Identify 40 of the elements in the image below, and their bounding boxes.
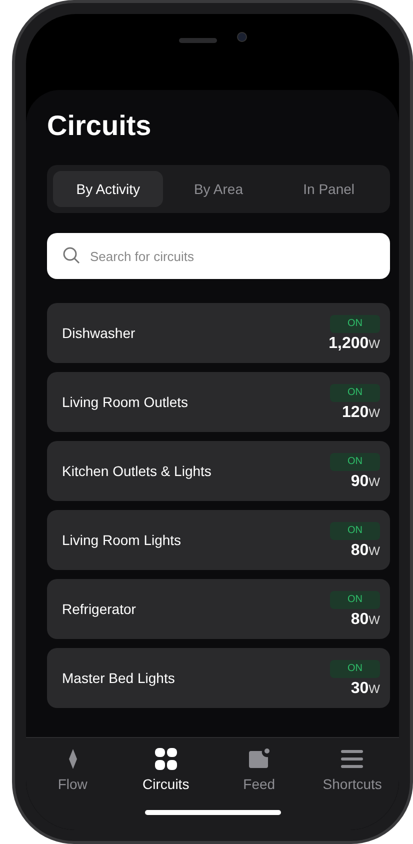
tab-bar-item[interactable]: Shortcuts bbox=[306, 748, 399, 795]
power-reading: 80W bbox=[350, 612, 380, 628]
circuit-card[interactable]: Dishwasher ON 1,200W bbox=[47, 303, 390, 363]
circuit-card[interactable]: Living Room Lights ON 80W bbox=[47, 510, 390, 570]
search-field[interactable]: Search for circuits bbox=[47, 233, 390, 279]
grid-icon bbox=[154, 748, 177, 770]
speaker-grille bbox=[178, 38, 216, 43]
segment-tab[interactable]: By Area bbox=[163, 171, 274, 207]
tab-bar-item[interactable]: Circuits bbox=[119, 748, 212, 795]
segment-tab[interactable]: By Activity bbox=[53, 171, 164, 207]
power-reading: 30W bbox=[350, 680, 380, 696]
page-title: Circuits bbox=[47, 109, 152, 143]
status-badge: ON bbox=[330, 522, 380, 540]
circuit-name: Living Room Outlets bbox=[62, 392, 188, 412]
feed-icon bbox=[248, 748, 270, 770]
status-badge: ON bbox=[330, 384, 380, 402]
circuit-card[interactable]: Master Bed Lights ON 30W bbox=[47, 648, 390, 708]
circuit-card[interactable]: Refrigerator ON 80W bbox=[47, 579, 390, 639]
status-badge: ON bbox=[330, 314, 380, 332]
power-reading: 80W bbox=[350, 542, 380, 558]
power-reading: 120W bbox=[342, 404, 380, 420]
status-badge: ON bbox=[330, 660, 380, 678]
circuit-card[interactable]: Kitchen Outlets & Lights ON 90W bbox=[47, 441, 390, 501]
circuit-name: Master Bed Lights bbox=[62, 668, 175, 688]
status-badge: ON bbox=[330, 590, 380, 608]
circuit-card[interactable]: Living Room Outlets ON 120W bbox=[47, 372, 390, 432]
tab-bar-item[interactable]: Flow bbox=[26, 748, 120, 795]
menu-icon bbox=[341, 749, 364, 769]
status-badge: ON bbox=[330, 452, 380, 470]
circuit-name: Dishwasher bbox=[62, 324, 136, 342]
camera-lens bbox=[236, 32, 246, 42]
circuit-name: Refrigerator bbox=[62, 600, 136, 619]
circuit-name: Kitchen Outlets & Lights bbox=[62, 462, 212, 481]
circuit-name: Living Room Lights bbox=[62, 530, 182, 550]
search-icon bbox=[63, 247, 80, 264]
tab-bar-item[interactable]: Feed bbox=[212, 748, 306, 795]
power-reading: 90W bbox=[350, 474, 380, 490]
diamond-drop-icon bbox=[68, 749, 78, 769]
power-reading: 1,200W bbox=[328, 336, 380, 352]
segment-tab[interactable]: In Panel bbox=[274, 171, 384, 207]
